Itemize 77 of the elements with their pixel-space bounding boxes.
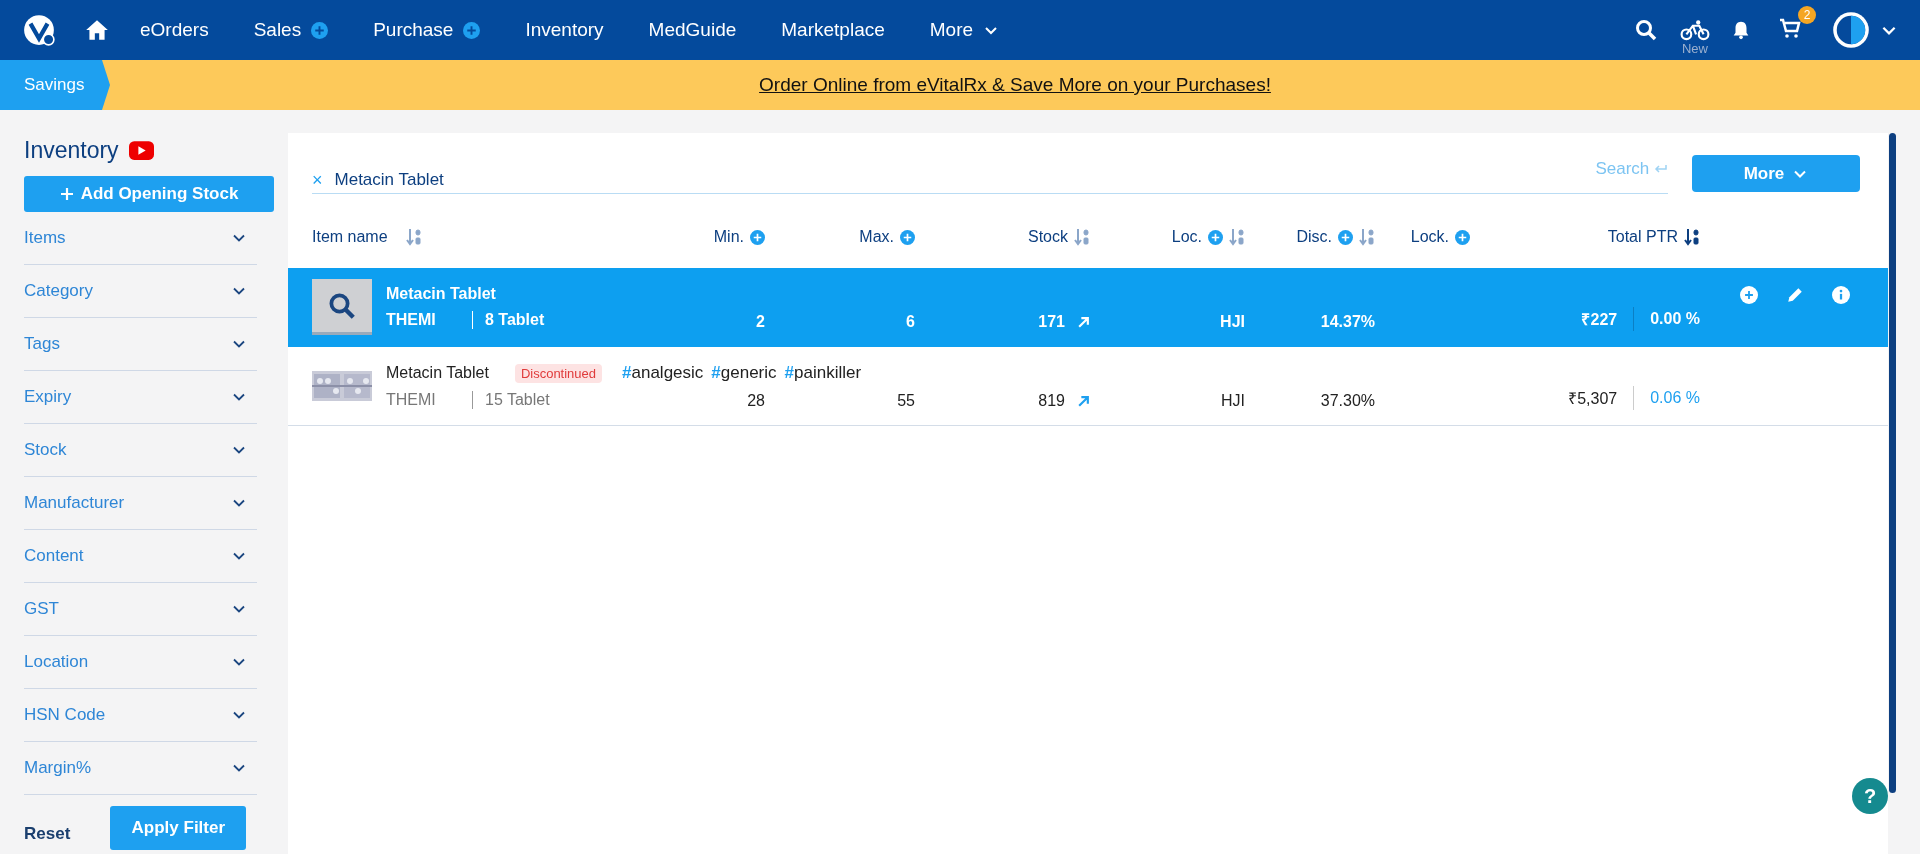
table-cell: HJI xyxy=(1220,313,1245,331)
tag[interactable]: #analgesic xyxy=(622,363,704,383)
table-cell: 0.00 % xyxy=(1650,310,1700,328)
nav-link[interactable]: Sales xyxy=(253,19,329,41)
filter-accordion[interactable]: Content xyxy=(24,530,257,583)
avatar-icon[interactable] xyxy=(1832,11,1870,49)
nav-link[interactable]: Marketplace xyxy=(781,19,885,41)
item-name: Metacin Tablet xyxy=(386,364,489,382)
promo-link[interactable]: Order Online from eVitalRx & Save More on your Purchases! xyxy=(110,74,1920,96)
filter-accordion[interactable]: Margin% xyxy=(24,742,257,795)
filter-accordion[interactable]: Stock xyxy=(24,424,257,477)
nav-link[interactable]: MedGuide xyxy=(648,19,737,41)
nav-link[interactable]: More xyxy=(929,19,1000,41)
pack-size: 15 Tablet xyxy=(484,391,550,409)
table-cell: 37.30% xyxy=(1320,392,1375,410)
add-circle-icon[interactable] xyxy=(1338,229,1353,245)
arrow-up-right-icon[interactable] xyxy=(1077,394,1090,408)
plus-icon xyxy=(59,187,74,201)
plus-icon xyxy=(311,21,329,39)
item-name: Metacin Tablet xyxy=(386,285,496,303)
table-cell: 28 xyxy=(747,392,765,410)
table-cell: 171 xyxy=(1038,313,1065,331)
column-header[interactable]: Loc. xyxy=(1171,228,1202,246)
table-cell: HJI xyxy=(1221,392,1245,410)
table-cell-text: ₹227 xyxy=(1581,310,1618,330)
info-icon[interactable] xyxy=(1832,286,1850,304)
table-cell: 6 xyxy=(906,313,915,331)
enter-icon xyxy=(1654,164,1668,174)
bicycle-icon[interactable] xyxy=(1680,18,1710,41)
table-cell: 0.06 % xyxy=(1650,389,1700,407)
table-cell: 2 xyxy=(756,313,765,331)
cart-icon[interactable] xyxy=(1778,16,1802,40)
new-label: New xyxy=(1682,40,1708,56)
status-badge: Discontinued xyxy=(514,363,603,383)
filter-accordion[interactable]: Items xyxy=(24,212,257,265)
add-circle-icon[interactable] xyxy=(1208,229,1223,245)
manufacturer: THEMI xyxy=(386,391,473,409)
add-circle-icon[interactable] xyxy=(900,229,915,245)
video-play-icon[interactable] xyxy=(128,140,154,160)
manufacturer: THEMI xyxy=(386,311,473,329)
column-header[interactable]: Stock xyxy=(1028,228,1068,246)
sort-icon[interactable] xyxy=(1684,228,1700,246)
search-field[interactable]: × Metacin Tablet Search xyxy=(312,155,1668,194)
table-cell: 14.37% xyxy=(1320,313,1375,331)
column-header[interactable]: Item name xyxy=(312,228,388,246)
column-header[interactable]: Min. xyxy=(713,228,744,246)
reset-link[interactable]: Reset xyxy=(24,824,71,844)
filter-accordion[interactable]: Location xyxy=(24,636,257,689)
nav-link[interactable]: Inventory xyxy=(525,19,604,41)
tag[interactable]: #painkiller xyxy=(784,363,862,383)
table-cell: 819 xyxy=(1038,392,1065,410)
column-header[interactable]: Lock. xyxy=(1410,228,1449,246)
cart-count-badge: 2 xyxy=(1798,6,1816,24)
filter-accordion[interactable]: GST xyxy=(24,583,257,636)
pack-size: 8 Tablet xyxy=(484,311,545,329)
column-header[interactable]: Disc. xyxy=(1296,228,1332,246)
item-row[interactable]: Metacin Tablet Discontinued #analgesic #generic #painkiller THEMI 15 Tablet 28 55 819 HJI 37.30% ₹5,307 0.06 % xyxy=(288,347,1888,426)
nav-link[interactable]: Purchase xyxy=(373,19,481,41)
add-circle-icon[interactable] xyxy=(1455,229,1470,245)
logo-icon[interactable] xyxy=(22,13,56,47)
filter-accordion[interactable]: HSN Code xyxy=(24,689,257,742)
plus-icon xyxy=(463,21,481,39)
filter-accordion[interactable]: Category xyxy=(24,265,257,318)
add-circle-icon[interactable] xyxy=(1740,286,1758,304)
nav-link[interactable]: eOrders xyxy=(140,19,209,41)
column-header[interactable]: Total PTR xyxy=(1607,228,1678,246)
column-header[interactable]: Max. xyxy=(859,228,894,246)
search-icon[interactable] xyxy=(1634,18,1658,42)
sidebar-title: Inventory xyxy=(24,136,119,164)
table-cell: 55 xyxy=(897,392,915,410)
filter-accordion[interactable]: Expiry xyxy=(24,371,257,424)
pencil-icon[interactable] xyxy=(1786,286,1804,304)
scrollbar[interactable] xyxy=(1889,133,1896,793)
tag[interactable]: #generic xyxy=(711,363,777,383)
add-circle-icon[interactable] xyxy=(750,229,765,245)
table-cell-text: ₹5,307 xyxy=(1568,389,1618,409)
filter-accordion[interactable]: Tags xyxy=(24,318,257,371)
